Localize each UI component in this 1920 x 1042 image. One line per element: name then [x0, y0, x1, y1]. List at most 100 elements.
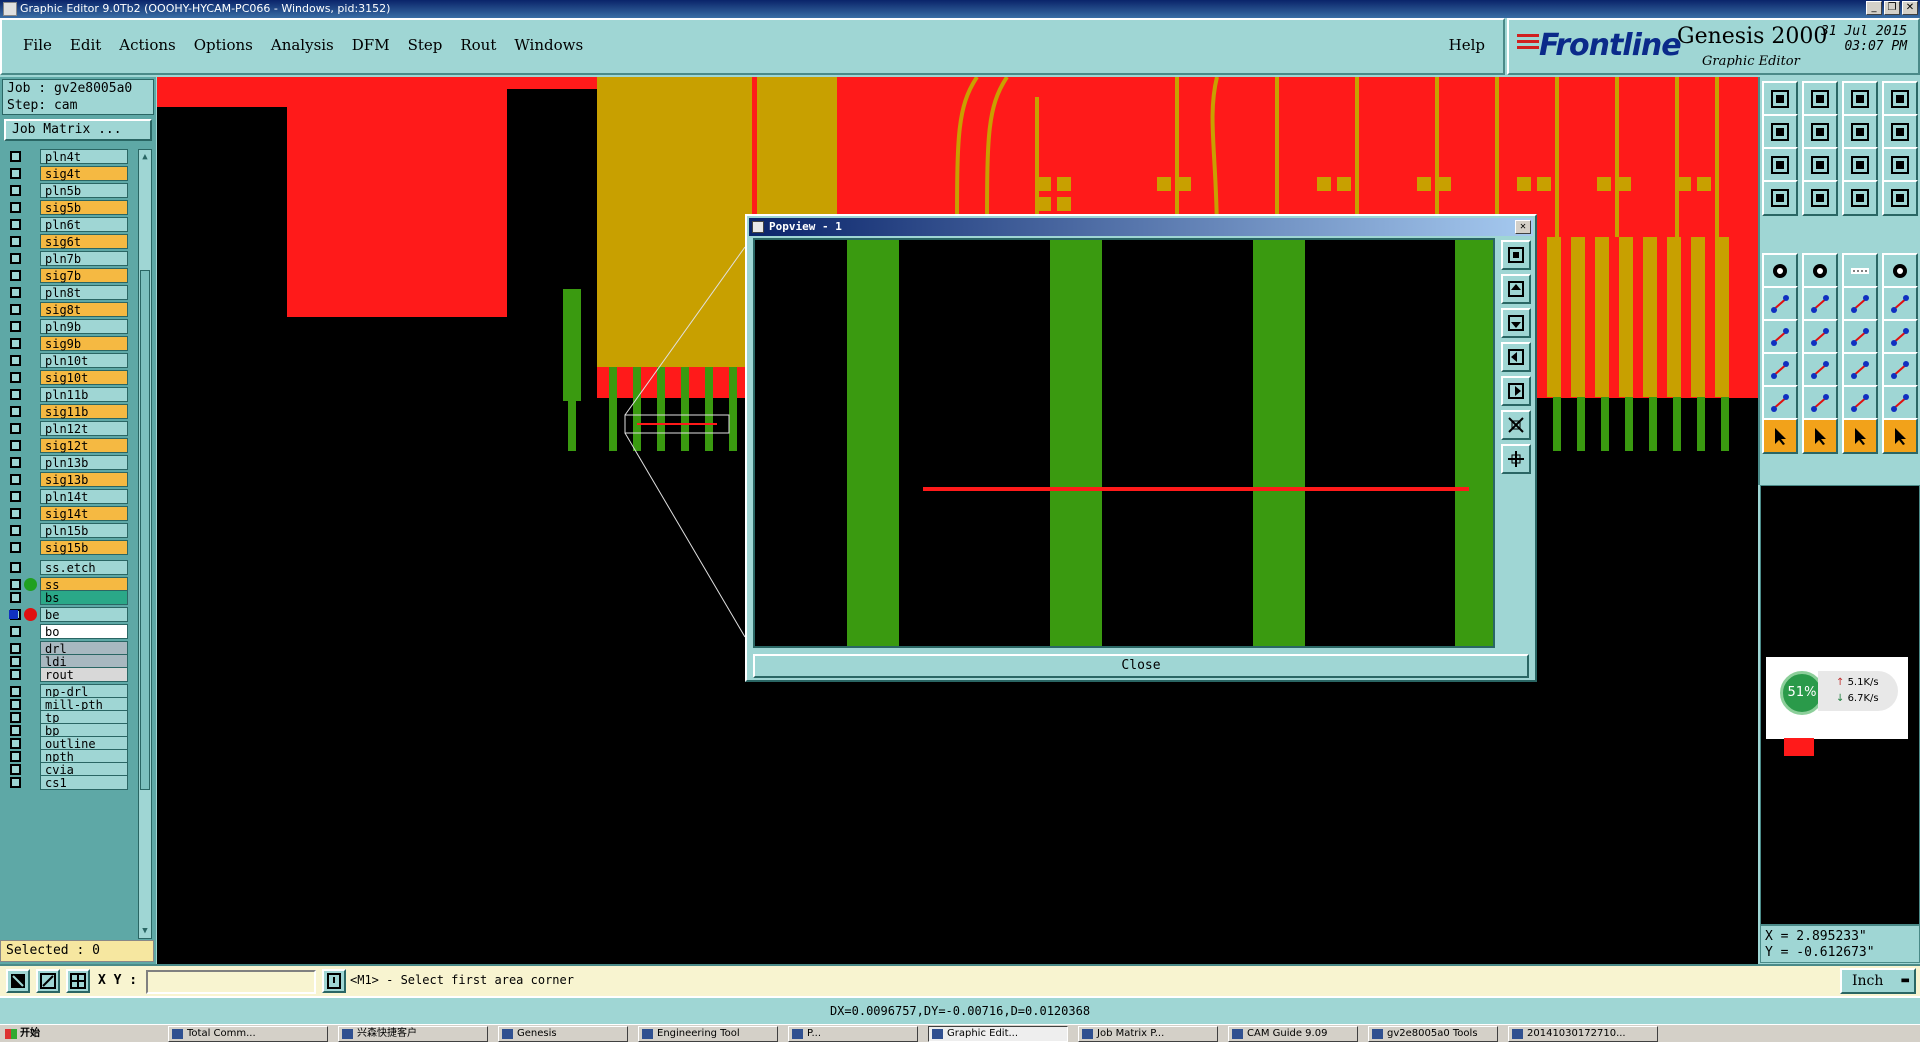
layer-row-pln12t[interactable]: pln12t	[4, 421, 132, 436]
open-step-icon[interactable]	[1762, 81, 1798, 117]
layer-visibility-checkbox[interactable]	[10, 168, 21, 179]
menu-dfm[interactable]: DFM	[343, 36, 399, 54]
scroll-down-icon[interactable]: ▼	[140, 925, 150, 937]
layer-name[interactable]: sig15b	[40, 540, 128, 555]
layer-visibility-checkbox[interactable]	[10, 764, 21, 775]
layer-visibility-checkbox[interactable]	[10, 423, 21, 434]
layer-visibility-checkbox[interactable]	[10, 525, 21, 536]
layer-name[interactable]: pln12t	[40, 421, 128, 436]
taskbar-item[interactable]: Graphic Edit...	[928, 1026, 1068, 1042]
layer-name[interactable]: pln5b	[40, 183, 128, 198]
taskbar-item[interactable]: gv2e8005a0 Tools	[1368, 1026, 1498, 1042]
menu-rout[interactable]: Rout	[451, 36, 505, 54]
layer-visibility-checkbox[interactable]	[10, 579, 21, 590]
layer-scrollbar[interactable]: ▲ ▼	[138, 149, 152, 939]
home-icon[interactable]	[1842, 81, 1878, 117]
layer-row-pln14t[interactable]: pln14t	[4, 489, 132, 504]
popview-title-bar[interactable]: Popview - 1	[749, 218, 1533, 236]
angle-icon[interactable]	[1762, 319, 1798, 355]
layer-row-pln4t[interactable]: pln4t	[4, 149, 132, 164]
layer-row-bo[interactable]: bo	[4, 624, 132, 639]
layer-row-cs1[interactable]: cs1	[4, 775, 132, 790]
menu-options[interactable]: Options	[185, 36, 262, 54]
layer-row-sig13b[interactable]: sig13b	[4, 472, 132, 487]
taskbar-item[interactable]: Job Matrix P...	[1078, 1026, 1218, 1042]
layer-name[interactable]: sig8t	[40, 302, 128, 317]
popview-close-icon[interactable]: ✕	[1515, 220, 1531, 234]
layer-row-sig15b[interactable]: sig15b	[4, 540, 132, 555]
rotate-icon[interactable]	[1842, 319, 1878, 355]
layer-name[interactable]: bo	[40, 624, 128, 639]
layer-visibility-checkbox[interactable]	[10, 777, 21, 788]
layer-visibility-checkbox[interactable]	[10, 457, 21, 468]
layer-name[interactable]: pln11b	[40, 387, 128, 402]
lasso-pointer-icon[interactable]	[1842, 418, 1878, 454]
menu-actions[interactable]: Actions	[110, 36, 184, 54]
layer-visibility-checkbox[interactable]	[10, 626, 21, 637]
mirror-icon[interactable]	[1882, 319, 1918, 355]
popview-zoom-out-icon[interactable]	[1501, 444, 1531, 474]
triangle-icon[interactable]	[1762, 385, 1798, 421]
units-select[interactable]: Inch ▬	[1840, 968, 1916, 994]
layer-visibility-checkbox[interactable]	[10, 725, 21, 736]
save-icon[interactable]	[1802, 81, 1838, 117]
layer-name[interactable]: pln7b	[40, 251, 128, 266]
scale-1-2-icon[interactable]	[1842, 147, 1878, 183]
popview-pan-left-button[interactable]	[1501, 342, 1531, 372]
scroll-thumb[interactable]	[140, 270, 150, 790]
layer-visibility-checkbox[interactable]	[10, 219, 21, 230]
scroll-up-icon[interactable]: ▲	[140, 151, 150, 163]
line-cut-icon[interactable]	[1802, 352, 1838, 388]
menu-edit[interactable]: Edit	[61, 36, 110, 54]
layer-name[interactable]: cs1	[40, 775, 128, 790]
layer-name[interactable]: pln14t	[40, 489, 128, 504]
layer-visibility-checkbox[interactable]	[10, 508, 21, 519]
pan-right-icon[interactable]	[1802, 114, 1838, 150]
menu-windows[interactable]: Windows	[505, 36, 592, 54]
layer-name[interactable]: be	[40, 607, 128, 622]
layer-visibility-checkbox[interactable]	[10, 372, 21, 383]
measure-mode-button[interactable]	[36, 969, 60, 993]
layer-row-pln9b[interactable]: pln9b	[4, 319, 132, 334]
layer-visibility-checkbox[interactable]	[10, 474, 21, 485]
peak-icon[interactable]	[1802, 385, 1838, 421]
layer-visibility-checkbox[interactable]	[10, 287, 21, 298]
zoom-center-icon[interactable]	[1802, 147, 1838, 183]
xy-input[interactable]	[146, 970, 316, 994]
layer-name[interactable]: sig12t	[40, 438, 128, 453]
layer-name[interactable]: sig4t	[40, 166, 128, 181]
layer-row-sig7b[interactable]: sig7b	[4, 268, 132, 283]
layer-visibility-checkbox[interactable]	[10, 712, 21, 723]
layer-visibility-checkbox[interactable]	[10, 321, 21, 332]
layer-name[interactable]: pln9b	[40, 319, 128, 334]
node-delete-icon[interactable]	[1802, 286, 1838, 322]
layer-visibility-checkbox[interactable]	[10, 202, 21, 213]
pan-left-icon[interactable]	[1762, 114, 1798, 150]
start-button[interactable]: 开始	[2, 1026, 58, 1042]
layer-name[interactable]: pln15b	[40, 523, 128, 538]
layer-row-rout[interactable]: rout	[4, 667, 132, 682]
taskbar-item[interactable]: Engineering Tool	[638, 1026, 778, 1042]
taskbar-item[interactable]: P...	[788, 1026, 918, 1042]
layer-visibility-checkbox[interactable]	[10, 738, 21, 749]
pointer-snap-icon[interactable]	[1882, 418, 1918, 454]
layer-name[interactable]: sig14t	[40, 506, 128, 521]
layer-name[interactable]: sig11b	[40, 404, 128, 419]
layer-name[interactable]: sig13b	[40, 472, 128, 487]
layer-visibility-checkbox[interactable]	[10, 406, 21, 417]
layer-row-ss-etch[interactable]: ss.etch	[4, 560, 132, 575]
job-matrix-button[interactable]: Job Matrix ...	[4, 119, 152, 141]
taskbar-item[interactable]: CAM Guide 9.09	[1228, 1026, 1358, 1042]
surface-icon[interactable]	[1842, 253, 1878, 289]
popview-pan-down-button[interactable]	[1501, 308, 1531, 338]
popview-pan-up-button[interactable]	[1501, 274, 1531, 304]
arc-add-icon[interactable]	[1842, 286, 1878, 322]
layer-visibility-checkbox[interactable]	[10, 592, 21, 603]
layer-visibility-checkbox[interactable]	[10, 236, 21, 247]
layer-visibility-checkbox[interactable]	[10, 643, 21, 654]
split-view-icon[interactable]	[1882, 81, 1918, 117]
menu-file[interactable]: File	[14, 36, 61, 54]
layer-row-pln7b[interactable]: pln7b	[4, 251, 132, 266]
round-pad-icon[interactable]	[1882, 253, 1918, 289]
layer-visibility-checkbox[interactable]	[10, 338, 21, 349]
